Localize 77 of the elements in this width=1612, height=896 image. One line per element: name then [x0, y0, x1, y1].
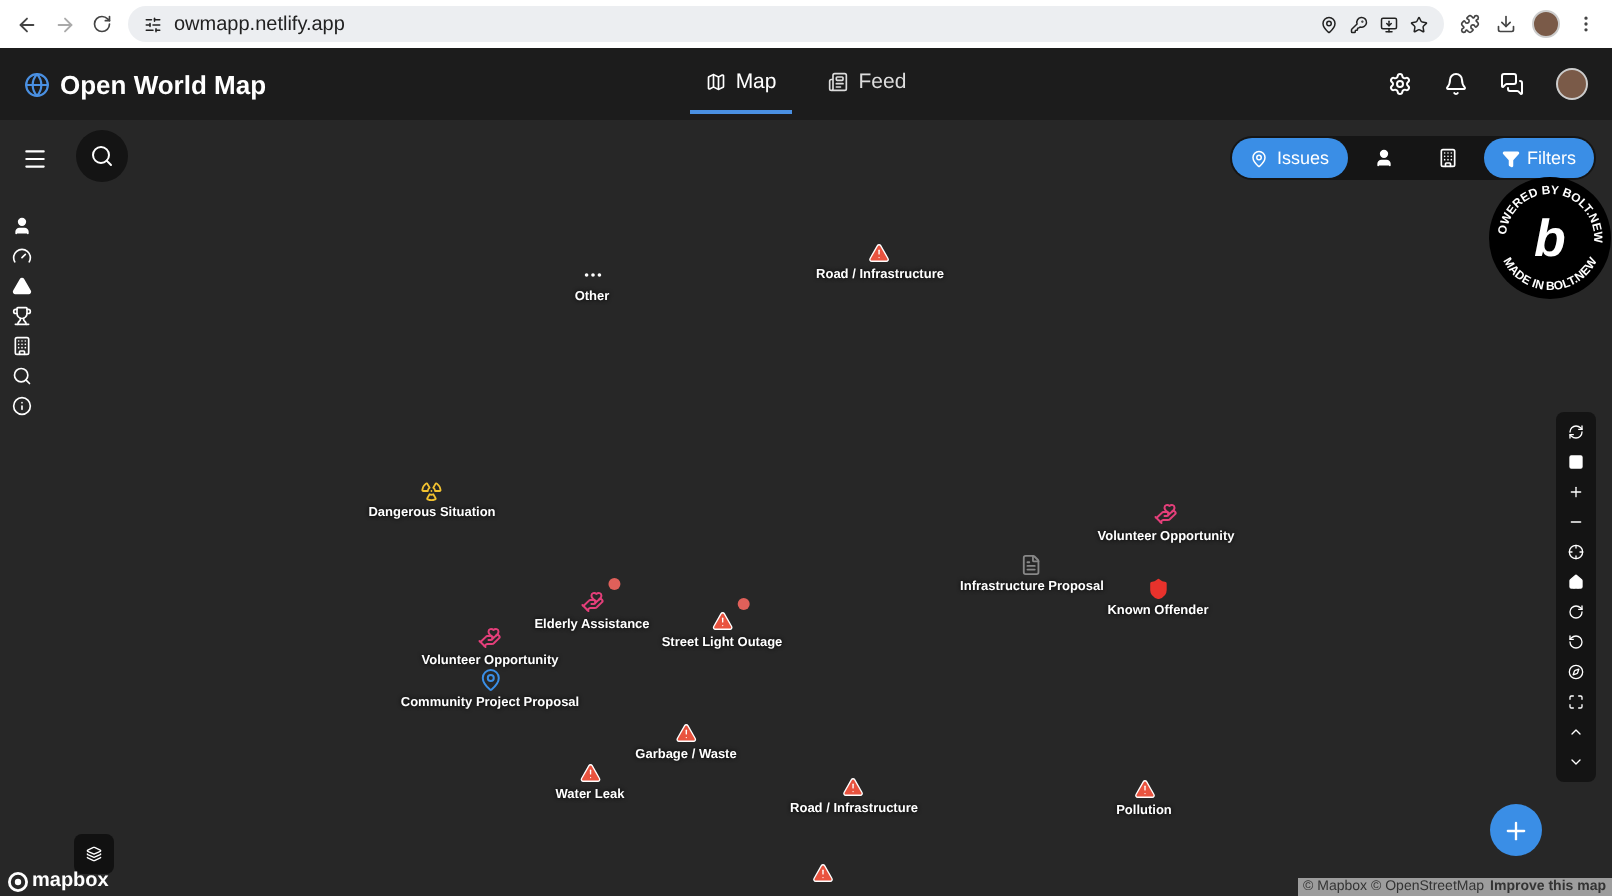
bell-icon[interactable]	[1444, 72, 1468, 96]
profile-avatar[interactable]	[1532, 10, 1560, 38]
warning-icon[interactable]	[711, 610, 733, 632]
warning-icon[interactable]	[12, 276, 32, 296]
nav-tab[interactable]: Feed	[812, 54, 923, 114]
map-icon	[705, 72, 726, 92]
pin-icon[interactable]	[478, 668, 502, 692]
reload-icon[interactable]	[92, 14, 112, 34]
nav-tab[interactable]: Map	[689, 54, 793, 114]
square-icon	[1568, 454, 1584, 470]
rotate-right-button[interactable]	[1564, 600, 1588, 624]
rotate-left-icon	[1568, 634, 1584, 650]
shield-icon[interactable]	[1147, 578, 1169, 600]
back-icon[interactable]	[16, 13, 38, 35]
refresh-button[interactable]	[1564, 420, 1588, 444]
warning-icon[interactable]	[811, 862, 833, 884]
fullscreen-icon	[1568, 694, 1584, 710]
rotate-right-icon	[1568, 604, 1584, 620]
app-title: Open World Map	[60, 69, 267, 99]
person-icon[interactable]	[1373, 148, 1393, 168]
layers-icon	[86, 844, 102, 864]
user-avatar[interactable]	[1556, 68, 1588, 100]
document-icon[interactable]	[1021, 554, 1043, 576]
pin-icon	[1250, 149, 1269, 167]
building-icon[interactable]	[12, 336, 32, 356]
download-icon[interactable]	[1496, 14, 1516, 34]
site-settings-icon[interactable]	[144, 15, 162, 33]
gauge-icon[interactable]	[12, 246, 32, 266]
count-dot	[608, 578, 620, 590]
building-icon[interactable]	[1437, 148, 1457, 168]
plus-icon	[1568, 484, 1584, 500]
mapbox-logo-text: mapbox	[32, 870, 109, 892]
chevron-down-icon	[1568, 754, 1584, 770]
compass-button[interactable]	[1564, 660, 1588, 684]
count-dot	[737, 598, 749, 610]
extensions-icon[interactable]	[1460, 14, 1480, 34]
warning-icon[interactable]	[1133, 778, 1155, 800]
warning-icon[interactable]	[579, 762, 601, 784]
map-background[interactable]	[0, 120, 1612, 896]
person-icon[interactable]	[12, 216, 32, 236]
layers-button[interactable]	[74, 834, 114, 874]
radiation-icon[interactable]	[421, 480, 443, 502]
mapbox-logo-icon	[8, 871, 28, 891]
url-text: owmapp.netlify.app	[174, 13, 347, 35]
fullscreen-button[interactable]	[1564, 690, 1588, 714]
chevron-up-icon	[1568, 724, 1584, 740]
newspaper-icon	[828, 72, 849, 92]
settings-icon[interactable]	[1388, 72, 1412, 96]
bookmark-icon[interactable]	[1410, 15, 1428, 33]
home-button[interactable]	[1564, 570, 1588, 594]
hands-icon[interactable]	[478, 626, 502, 650]
warning-icon[interactable]	[843, 776, 865, 798]
warning-icon[interactable]	[869, 242, 891, 264]
locate-button[interactable]	[1564, 540, 1588, 564]
refresh-icon	[1568, 424, 1584, 440]
hands-icon[interactable]	[1154, 502, 1178, 526]
location-icon[interactable]	[1320, 15, 1338, 33]
menu-icon	[22, 146, 48, 172]
warning-icon[interactable]	[675, 722, 697, 744]
compass-icon	[1568, 664, 1584, 680]
search-button[interactable]	[76, 130, 128, 182]
install-icon[interactable]	[1380, 15, 1398, 33]
filter-icon	[1501, 149, 1519, 167]
trophy-icon[interactable]	[12, 306, 32, 326]
search-icon	[90, 144, 114, 168]
info-icon[interactable]	[12, 396, 32, 416]
search-icon[interactable]	[12, 366, 32, 386]
key-icon[interactable]	[1350, 15, 1368, 33]
address-bar[interactable]: owmapp.netlify.app	[128, 6, 1444, 42]
rotate-left-button[interactable]	[1564, 630, 1588, 654]
hands-icon[interactable]	[580, 590, 604, 614]
add-button[interactable]	[1490, 804, 1542, 856]
square-button[interactable]	[1564, 450, 1588, 474]
chat-icon[interactable]	[1500, 72, 1524, 96]
home-icon	[1568, 574, 1584, 590]
globe-icon	[24, 71, 50, 97]
crosshair-icon	[1568, 544, 1584, 560]
